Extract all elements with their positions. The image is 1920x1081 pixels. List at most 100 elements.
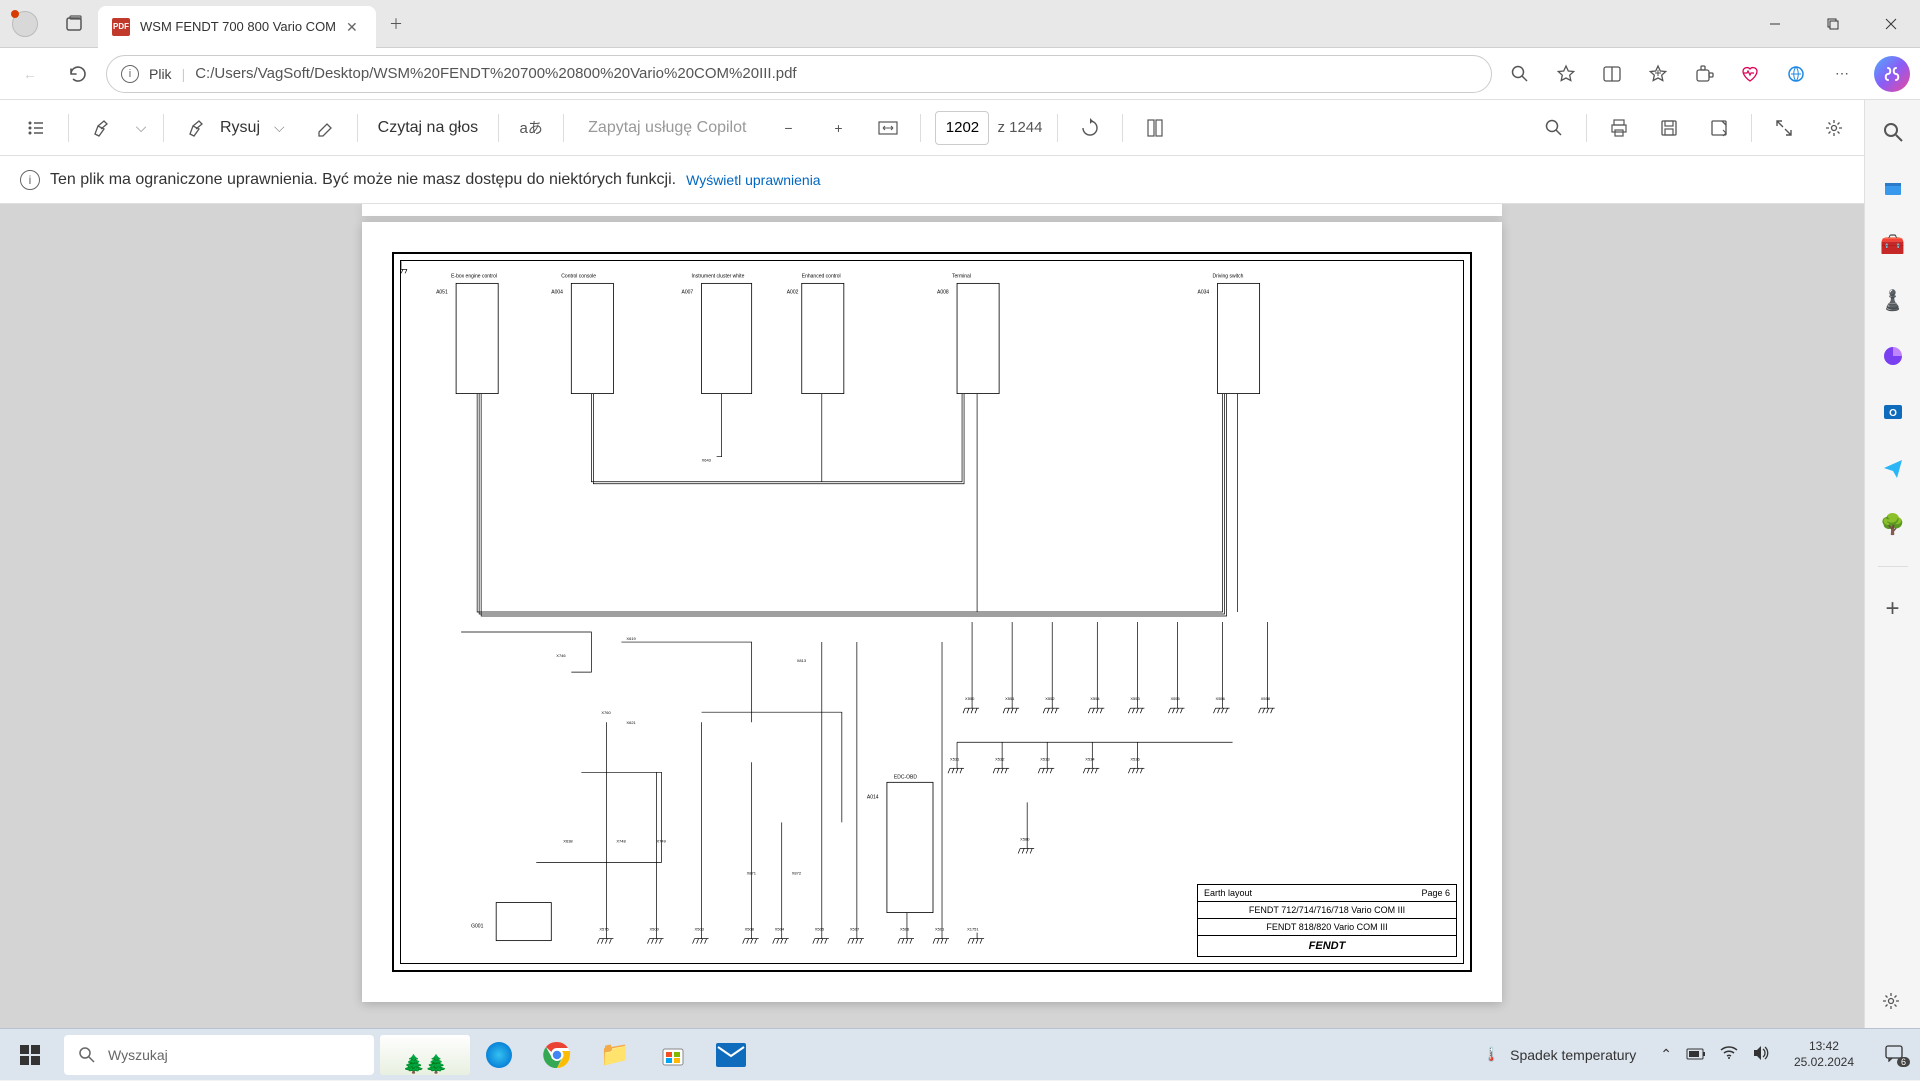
svg-text:X619: X619 bbox=[626, 636, 636, 641]
favorite-icon[interactable] bbox=[1546, 54, 1586, 94]
extensions-icon[interactable] bbox=[1684, 54, 1724, 94]
copilot-button[interactable] bbox=[1874, 56, 1910, 92]
sidebar-search-icon[interactable] bbox=[1879, 118, 1907, 146]
zoom-in-button[interactable]: + bbox=[820, 110, 856, 146]
svg-text:X643: X643 bbox=[702, 458, 712, 463]
svg-text:X760: X760 bbox=[601, 710, 611, 715]
draw-button[interactable]: Rysuj ⌵ bbox=[178, 110, 293, 146]
sidebar-tree-icon[interactable]: 🌳 bbox=[1879, 510, 1907, 538]
tray-notifications[interactable]: 6 bbox=[1878, 1044, 1910, 1065]
fit-width-button[interactable] bbox=[870, 110, 906, 146]
tray-battery-icon[interactable] bbox=[1686, 1047, 1706, 1063]
start-button[interactable] bbox=[0, 1029, 60, 1081]
split-screen-icon[interactable] bbox=[1592, 54, 1632, 94]
permissions-link[interactable]: Wyświetl uprawnienia bbox=[686, 172, 820, 188]
svg-text:X746: X746 bbox=[556, 653, 566, 658]
sidebar-send-icon[interactable] bbox=[1879, 454, 1907, 482]
page-view-button[interactable] bbox=[1137, 110, 1173, 146]
pdf-viewport[interactable]: E-box engine control Control console Ins… bbox=[0, 204, 1864, 1028]
highlight-button[interactable] bbox=[83, 110, 119, 146]
minimize-button[interactable] bbox=[1746, 0, 1804, 48]
svg-text:A002: A002 bbox=[787, 289, 799, 295]
taskbar-search[interactable]: Wyszukaj bbox=[64, 1035, 374, 1075]
svg-text:X555: X555 bbox=[1170, 696, 1180, 701]
tray-wifi-icon[interactable] bbox=[1720, 1046, 1738, 1063]
svg-text:Terminal: Terminal bbox=[952, 273, 971, 279]
refresh-button[interactable] bbox=[58, 54, 98, 94]
svg-text:A014: A014 bbox=[867, 794, 879, 800]
svg-text:G001: G001 bbox=[471, 924, 483, 930]
pdf-page: E-box engine control Control console Ins… bbox=[362, 222, 1502, 1002]
tab-actions-button[interactable] bbox=[50, 0, 98, 48]
pdf-settings-button[interactable] bbox=[1816, 110, 1852, 146]
health-icon[interactable] bbox=[1730, 54, 1770, 94]
tray-expand-icon[interactable]: ⌃ bbox=[1660, 1046, 1672, 1063]
svg-text:X748: X748 bbox=[616, 838, 626, 843]
contents-button[interactable] bbox=[18, 110, 54, 146]
erase-button[interactable] bbox=[307, 110, 343, 146]
svg-text:X1751: X1751 bbox=[967, 927, 979, 932]
maximize-button[interactable] bbox=[1804, 0, 1862, 48]
taskbar-mail-icon[interactable] bbox=[702, 1029, 760, 1081]
tab-close-button[interactable]: ✕ bbox=[346, 19, 362, 35]
save-button[interactable] bbox=[1651, 110, 1687, 146]
highlight-dropdown[interactable]: ⌵ bbox=[133, 110, 149, 146]
tray-clock[interactable]: 13:42 25.02.2024 bbox=[1784, 1039, 1864, 1070]
read-aloud-button[interactable]: Czytaj na głos bbox=[372, 119, 485, 137]
site-info-icon[interactable]: i bbox=[121, 65, 139, 83]
page-number-input[interactable] bbox=[935, 111, 989, 145]
taskbar-chrome-icon[interactable] bbox=[528, 1029, 586, 1081]
back-button[interactable]: ← bbox=[10, 54, 50, 94]
close-window-button[interactable] bbox=[1862, 0, 1920, 48]
search-highlight[interactable]: 🌲🌲 bbox=[380, 1035, 470, 1075]
svg-text:X621: X621 bbox=[626, 720, 636, 725]
more-icon[interactable]: ⋯ bbox=[1822, 54, 1862, 94]
svg-text:X553: X553 bbox=[1130, 696, 1140, 701]
zoom-icon[interactable] bbox=[1500, 54, 1540, 94]
svg-text:X556: X556 bbox=[1216, 696, 1226, 701]
collections-icon[interactable] bbox=[1638, 54, 1678, 94]
taskbar-explorer-icon[interactable]: 📁 bbox=[586, 1029, 644, 1081]
svg-text:EDC-OBD: EDC-OBD bbox=[894, 774, 917, 780]
sidebar-office-icon[interactable] bbox=[1879, 342, 1907, 370]
svg-text:X505: X505 bbox=[815, 927, 825, 932]
svg-text:Driving switch: Driving switch bbox=[1213, 273, 1244, 279]
sidebar-games-icon[interactable]: ♟️ bbox=[1879, 286, 1907, 314]
wiring-diagram-frame: E-box engine control Control console Ins… bbox=[392, 252, 1472, 972]
new-tab-button[interactable]: ＋ bbox=[376, 4, 416, 44]
svg-text:X531: X531 bbox=[950, 756, 960, 761]
rotate-button[interactable] bbox=[1072, 110, 1108, 146]
ie-mode-icon[interactable] bbox=[1776, 54, 1816, 94]
address-bar: ← i Plik | C:/Users/VagSoft/Desktop/WSM%… bbox=[0, 48, 1920, 100]
sidebar-add-icon[interactable]: + bbox=[1879, 595, 1907, 623]
sidebar-outlook-icon[interactable]: O bbox=[1879, 398, 1907, 426]
wiring-diagram: E-box engine control Control console Ins… bbox=[401, 261, 1463, 963]
taskbar-store-icon[interactable] bbox=[644, 1029, 702, 1081]
url-separator: | bbox=[182, 66, 186, 82]
svg-text:X749: X749 bbox=[656, 838, 666, 843]
sidebar-settings-button[interactable] bbox=[1874, 984, 1908, 1018]
profile-button[interactable] bbox=[0, 0, 50, 48]
sidebar-shopping-icon[interactable] bbox=[1879, 174, 1907, 202]
zoom-out-button[interactable]: − bbox=[770, 110, 806, 146]
browser-tab[interactable]: PDF WSM FENDT 700 800 Vario COM ✕ bbox=[98, 6, 376, 48]
taskbar-edge-icon[interactable] bbox=[470, 1029, 528, 1081]
taskbar-apps: 📁 bbox=[470, 1029, 760, 1081]
search-placeholder: Wyszukaj bbox=[108, 1047, 168, 1063]
print-button[interactable] bbox=[1601, 110, 1637, 146]
svg-text:E-box engine control: E-box engine control bbox=[451, 273, 497, 279]
svg-text:A051: A051 bbox=[436, 289, 448, 295]
info-icon: i bbox=[20, 170, 40, 190]
url-input[interactable]: i Plik | C:/Users/VagSoft/Desktop/WSM%20… bbox=[106, 55, 1492, 93]
translate-button[interactable]: aあ bbox=[513, 110, 549, 146]
svg-text:X506: X506 bbox=[900, 927, 910, 932]
copilot-search[interactable]: Zapytaj usługę Copilot bbox=[578, 119, 756, 137]
taskbar-weather[interactable]: 🌡️ Spadek temperatury bbox=[1469, 1046, 1651, 1063]
sidebar-tools-icon[interactable]: 🧰 bbox=[1879, 230, 1907, 258]
permissions-info-bar: i Ten plik ma ograniczone uprawnienia. B… bbox=[0, 156, 1920, 204]
fullscreen-button[interactable] bbox=[1766, 110, 1802, 146]
info-message: Ten plik ma ograniczone uprawnienia. Być… bbox=[50, 171, 676, 189]
tray-volume-icon[interactable] bbox=[1752, 1045, 1770, 1064]
find-button[interactable] bbox=[1536, 110, 1572, 146]
save-as-button[interactable] bbox=[1701, 110, 1737, 146]
